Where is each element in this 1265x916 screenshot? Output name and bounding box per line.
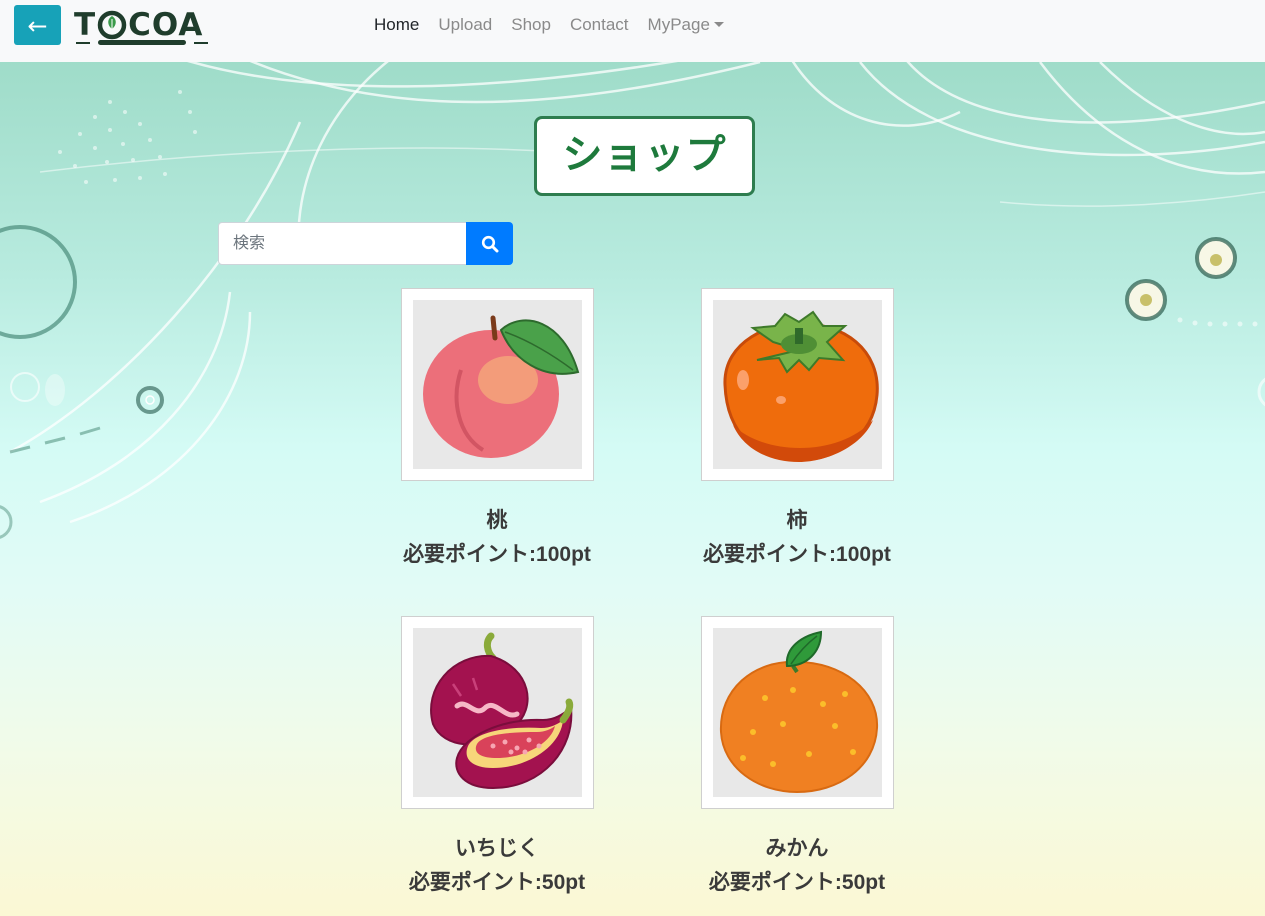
nav-shop[interactable]: Shop	[511, 14, 551, 36]
fig-icon	[429, 632, 573, 790]
nav-home[interactable]: Home	[374, 14, 419, 36]
navbar: ← T COA Home Upload Shop Contact MyPage	[0, 0, 1265, 62]
product-points: 必要ポイント:100pt	[403, 543, 591, 566]
product-points: 必要ポイント:50pt	[408, 871, 586, 894]
product-points: 必要ポイント:100pt	[703, 543, 891, 566]
product-name: 桃	[486, 509, 508, 532]
product-name: いちじく	[455, 837, 539, 860]
mandarin-orange-icon	[719, 630, 878, 794]
caret-down-icon	[713, 22, 724, 27]
nav-links: Home Upload Shop Contact MyPage	[374, 14, 743, 36]
peach-icon	[422, 315, 579, 458]
brand-logo-text: COA	[128, 7, 204, 43]
page-title: ショップ	[562, 132, 727, 178]
search-button[interactable]	[466, 222, 513, 265]
product-card: 桃 必要ポイント:100pt	[377, 288, 617, 569]
search-icon	[481, 235, 498, 252]
brand-logo-letter: T	[74, 7, 97, 43]
product-image-link[interactable]	[400, 616, 594, 809]
product-image-link[interactable]	[400, 288, 594, 481]
product-image-link[interactable]	[700, 288, 894, 481]
product-card: 柿 必要ポイント:100pt	[677, 288, 917, 569]
page-title-box: ショップ	[534, 116, 755, 196]
product-name: みかん	[765, 837, 829, 860]
logo-underline	[76, 40, 208, 45]
nav-mypage-label: MyPage	[647, 15, 710, 34]
product-card: いちじく 必要ポイント:50pt	[377, 616, 617, 897]
nav-contact[interactable]: Contact	[570, 14, 629, 36]
product-name: 柿	[786, 509, 808, 532]
product-image-link[interactable]	[700, 616, 894, 809]
back-button[interactable]: ←	[14, 5, 61, 45]
persimmon-icon	[722, 310, 879, 462]
nav-mypage-dropdown[interactable]: MyPage	[648, 14, 724, 36]
search-input[interactable]	[218, 222, 467, 265]
product-points: 必要ポイント:50pt	[708, 871, 886, 894]
nav-upload[interactable]: Upload	[438, 14, 492, 36]
product-card: みかん 必要ポイント:50pt	[677, 616, 917, 897]
leaf-o-icon	[97, 10, 127, 40]
